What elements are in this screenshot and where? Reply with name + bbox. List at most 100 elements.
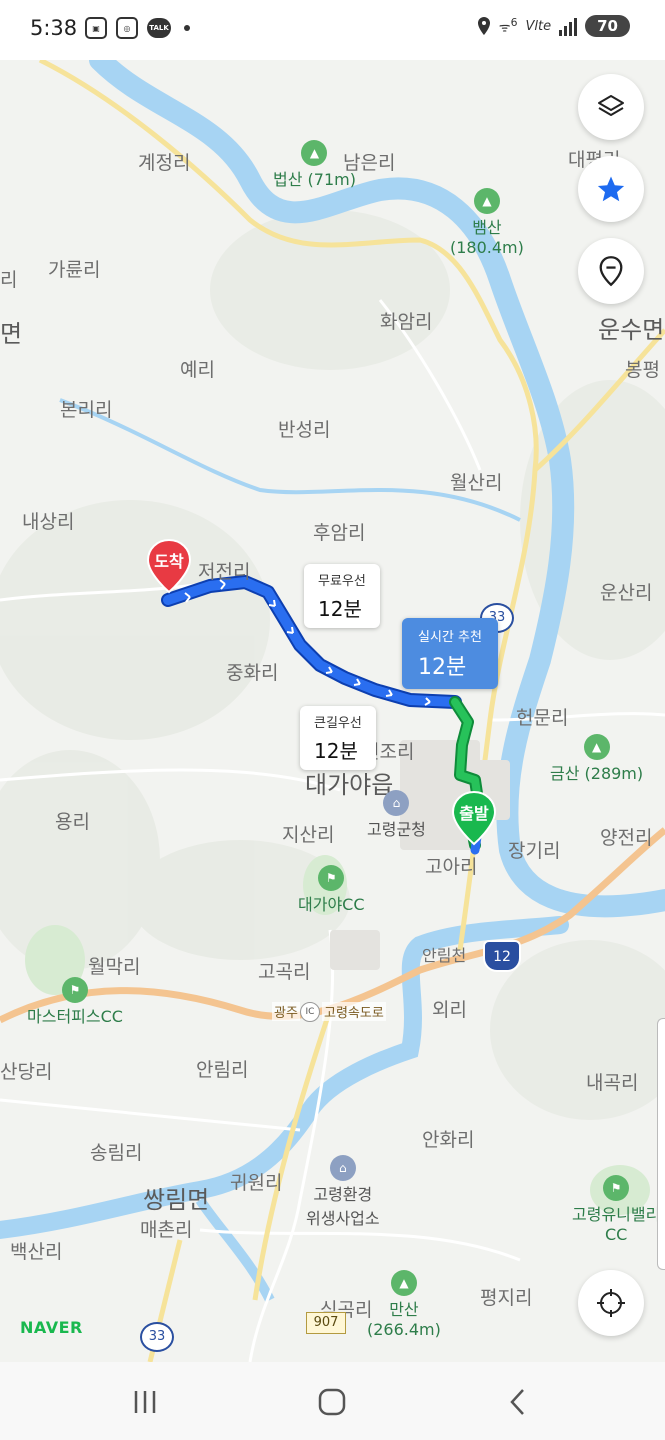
place-label: 봉평 (625, 359, 660, 381)
poi-label: 금산 (289m) (550, 764, 644, 783)
poi-label: 대가야CC (298, 895, 365, 914)
poi-label: 고령유니밸리 (572, 1205, 661, 1224)
route-option-duration: 12분 (314, 739, 358, 763)
route-option-duration: 12분 (418, 655, 467, 680)
wifi-icon: ᯤ6 (498, 16, 518, 36)
place-label: 내곡리 (586, 1072, 639, 1094)
mountain-poi[interactable]: ▲ 뱀산 (180.4m) (450, 188, 524, 257)
mountain-icon: ▲ (473, 188, 500, 214)
status-time: 5:38 (30, 16, 78, 40)
pin-icon (599, 256, 623, 287)
mountain-icon: ▲ (583, 734, 610, 760)
place-label: 양전리 (600, 827, 653, 849)
route-option-name: 무료우선 (318, 574, 366, 589)
place-label: 용리 (55, 811, 90, 833)
facility-poi[interactable]: ⌂ 고령환경 위생사업소 (306, 1155, 380, 1229)
place-label: 본리리 (60, 399, 113, 421)
route-option-recommended[interactable]: 실시간 추천 12분 (402, 618, 498, 689)
side-panel-handle[interactable] (657, 1018, 665, 1270)
poi-label: 마스터피스CC (27, 1007, 123, 1026)
place-label: 안림리 (196, 1059, 249, 1081)
route-33-badge: 33 (140, 1322, 174, 1352)
poi-label: (266.4m) (367, 1320, 441, 1339)
recent-apps-button[interactable] (115, 1382, 175, 1422)
status-bar: 5:38 ▣ ◎ TALK ᯤ6 Vlte 70 (0, 0, 665, 60)
kakaotalk-icon: TALK (147, 18, 171, 38)
golf-icon: ⚑ (318, 865, 345, 891)
origin-label: 출발 (459, 804, 489, 823)
origin-marker[interactable]: 출발 (450, 790, 498, 846)
place-label: 중화리 (226, 662, 279, 684)
poi-label: CC (604, 1225, 628, 1244)
place-label: 운산리 (600, 582, 653, 604)
town-label: 운수면 (598, 316, 665, 344)
poi-label: 만산 (389, 1300, 419, 1319)
mountain-poi[interactable]: ▲ 법산 (71m) (273, 140, 356, 190)
destination-marker[interactable]: 도착 (145, 538, 193, 594)
place-label: 산당리 (0, 1061, 53, 1083)
place-label: 헌문리 (516, 707, 569, 729)
place-label: 가륜리 (48, 259, 101, 281)
place-label: 후암리 (313, 522, 366, 544)
current-location-button[interactable] (578, 1270, 644, 1336)
place-label: 귀원리 (230, 1172, 283, 1194)
notification-icons: ▣ ◎ TALK (85, 17, 190, 39)
more-notifications-dot (184, 25, 190, 31)
golf-poi[interactable]: ⚑ 대가야CC (298, 865, 365, 915)
poi-label: (180.4m) (450, 238, 524, 257)
poi-label: 뱀산 (472, 218, 502, 237)
government-poi[interactable]: ⌂ 고령군청 (367, 790, 426, 840)
naver-logo: NAVER (20, 1318, 83, 1337)
layers-button[interactable] (578, 74, 644, 140)
ic-badge: IC (300, 1002, 320, 1022)
place-label: 장기리 (508, 840, 561, 862)
river-label: 안림천 (422, 946, 467, 965)
route-option-free[interactable]: 무료우선 12분 (304, 564, 380, 628)
home-button[interactable] (302, 1382, 362, 1422)
star-icon (597, 176, 625, 202)
route-option-duration: 12분 (318, 597, 362, 621)
back-button[interactable] (488, 1382, 548, 1422)
system-navigation-bar (0, 1362, 665, 1440)
map-view[interactable]: 계정리 남은리 가륜리 화암리 예리 본리리 반성리 월산리 내상리 후암리 저… (0, 60, 665, 1362)
route-12-badge: 12 (483, 940, 521, 972)
place-label: 외리 (432, 999, 467, 1021)
town-label: 면 (0, 320, 23, 348)
crosshair-icon (597, 1289, 625, 1317)
poi-label: 고령군청 (367, 820, 426, 839)
layers-icon (598, 95, 624, 116)
location-status-icon (477, 17, 490, 35)
route-option-main-road[interactable]: 큰길우선 12분 (300, 706, 376, 770)
place-label: 안화리 (422, 1129, 475, 1151)
back-icon (510, 1389, 524, 1415)
recent-apps-icon (134, 1391, 156, 1413)
status-indicators: ᯤ6 Vlte 70 (477, 15, 630, 37)
place-label: 지산리 (282, 824, 335, 846)
golf-poi[interactable]: ⚑ 고령유니밸리 CC (572, 1175, 660, 1244)
place-label: 평지리 (480, 1287, 533, 1309)
place-label: 고곡리 (258, 961, 311, 983)
route-907-badge: 907 (306, 1312, 346, 1334)
instagram-icon: ◎ (116, 17, 138, 39)
town-label: 쌍림면 (143, 1186, 210, 1214)
place-label: 백산리 (10, 1241, 63, 1263)
place-label: 리 (0, 269, 18, 291)
location-pin-button[interactable] (578, 238, 644, 304)
place-label: 월막리 (88, 956, 141, 978)
favorites-button[interactable] (578, 156, 644, 222)
destination-label: 도착 (154, 552, 184, 571)
home-icon (318, 1388, 346, 1416)
signal-icon (559, 16, 578, 36)
place-label: 송림리 (90, 1142, 143, 1164)
golf-icon: ⚑ (61, 977, 88, 1003)
golf-poi[interactable]: ⚑ 마스터피스CC (27, 977, 123, 1027)
poi-label: 위생사업소 (306, 1209, 380, 1228)
place-label: 화암리 (380, 311, 433, 333)
place-label: 저전리 (198, 561, 251, 583)
golf-icon: ⚑ (603, 1175, 630, 1201)
government-icon: ⌂ (383, 790, 410, 816)
facility-icon: ⌂ (329, 1155, 356, 1181)
mountain-poi[interactable]: ▲ 만산 (266.4m) (367, 1270, 441, 1339)
mountain-poi[interactable]: ▲ 금산 (289m) (550, 734, 643, 784)
route-option-name: 실시간 추천 (418, 630, 482, 645)
